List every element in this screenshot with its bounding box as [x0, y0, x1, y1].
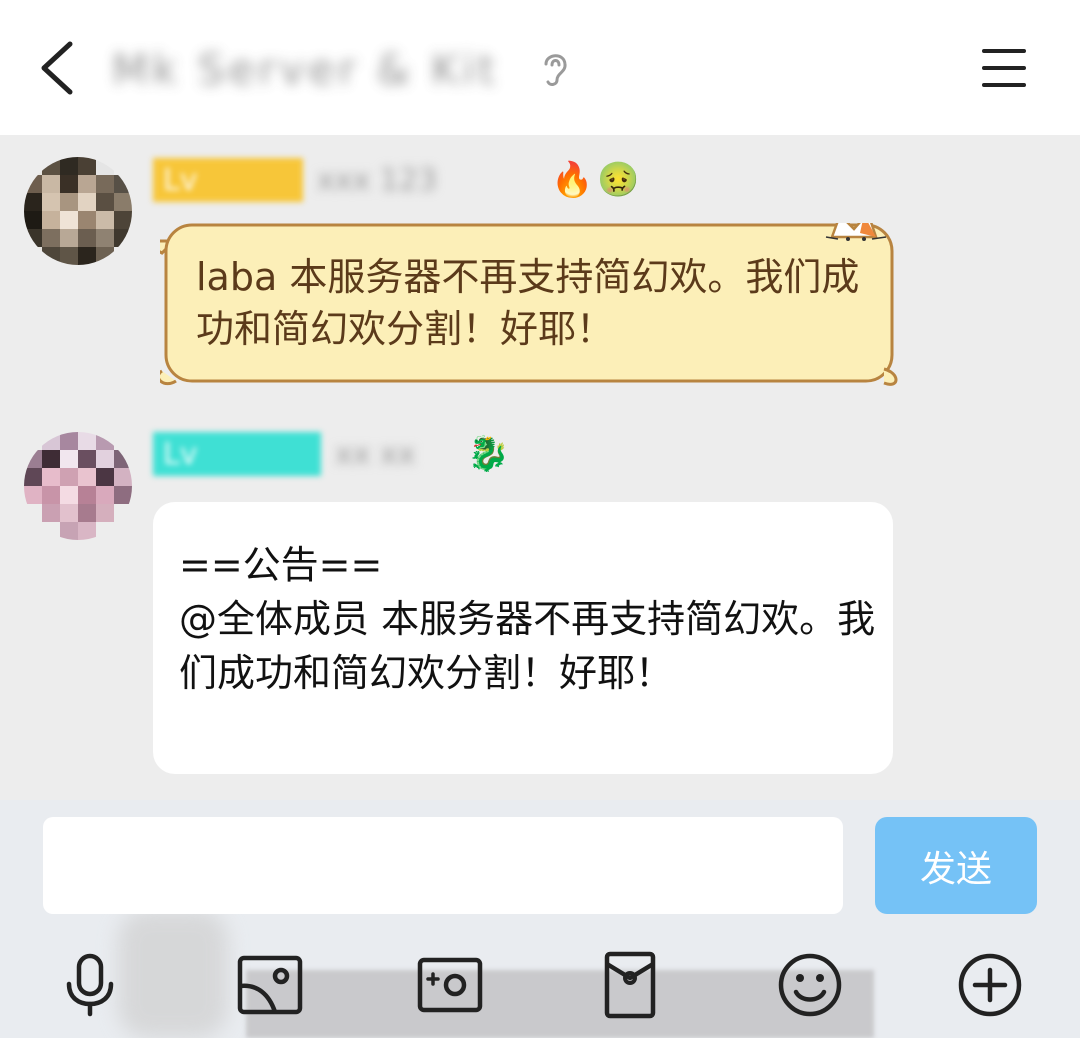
image-icon[interactable]	[235, 950, 305, 1020]
plus-circle-icon[interactable]	[955, 950, 1025, 1020]
dragon-badge-icon: 🐉	[467, 434, 510, 474]
avatar[interactable]	[24, 432, 132, 540]
member-level-text: Lv	[163, 162, 198, 198]
hamburger-menu-icon[interactable]	[980, 46, 1028, 90]
blurred-background	[118, 910, 228, 1038]
red-packet-icon[interactable]	[595, 950, 665, 1020]
fire-badge-icon: 🔥	[551, 160, 594, 200]
member-level-text: Lv	[163, 436, 198, 472]
microphone-icon[interactable]	[55, 950, 125, 1020]
avatar[interactable]	[24, 157, 132, 265]
message-meta: Lv xx xx 🐉	[153, 431, 509, 477]
sender-name[interactable]: xx xx	[335, 437, 455, 472]
message-meta: Lv xxx 123 🔥 🤢	[153, 157, 640, 203]
message-bubble[interactable]: laba 本服务器不再支持简幻欢。我们成功和简幻欢分割！好耶！	[160, 223, 898, 386]
chat-message-list[interactable]: Lv xxx 123 🔥 🤢 laba 本服务器不再支持简幻欢。我们成功和简幻欢…	[0, 135, 1080, 800]
chevron-left-icon[interactable]	[36, 40, 80, 96]
member-level-tag: Lv	[153, 432, 321, 476]
ear-icon	[544, 54, 567, 86]
camera-icon[interactable]	[415, 950, 485, 1020]
smiley-icon[interactable]	[775, 950, 845, 1020]
chat-header: Mk Server & Kit	[0, 0, 1080, 135]
member-level-tag: Lv	[153, 158, 303, 202]
character-badge-icon: 🤢	[597, 160, 640, 200]
message-input[interactable]	[43, 817, 843, 914]
message-text: ==公告== @全体成员 本服务器不再支持简幻欢。我们成功和简幻欢分割！好耶！	[179, 543, 876, 695]
chat-title-text: Mk Server & Kit	[112, 44, 499, 94]
message-text: laba 本服务器不再支持简幻欢。我们成功和简幻欢分割！好耶！	[196, 255, 860, 351]
send-button[interactable]: 发送	[875, 817, 1037, 914]
input-bar: 发送	[0, 800, 1080, 1038]
sender-name[interactable]: xxx 123	[317, 163, 527, 198]
chat-title[interactable]: Mk Server & Kit	[112, 42, 524, 96]
message-bubble[interactable]: ==公告== @全体成员 本服务器不再支持简幻欢。我们成功和简幻欢分割！好耶！	[153, 502, 893, 774]
